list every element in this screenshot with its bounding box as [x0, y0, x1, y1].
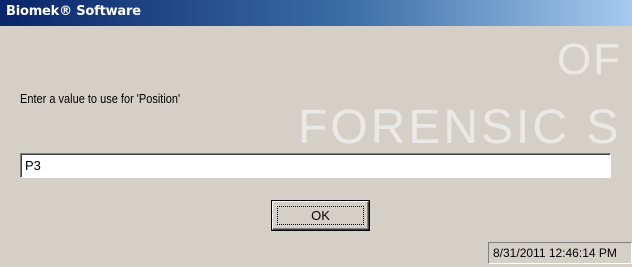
title-bar[interactable]: Biomek® Software [0, 0, 632, 26]
prompt-label: Enter a value to use for 'Position' [20, 92, 181, 106]
ok-button[interactable]: OK [272, 201, 369, 230]
watermark-line-2: FORENSIC S [298, 101, 622, 154]
window-title: Biomek® Software [6, 4, 141, 19]
timestamp-panel: 8/31/2011 12:46:14 PM [488, 242, 632, 264]
watermark-line-1: OF [557, 35, 623, 84]
position-input[interactable] [20, 153, 611, 178]
ok-button-label: OK [311, 207, 330, 223]
dialog-window: Biomek® Software OF FORENSIC S Enter a v… [0, 0, 632, 267]
